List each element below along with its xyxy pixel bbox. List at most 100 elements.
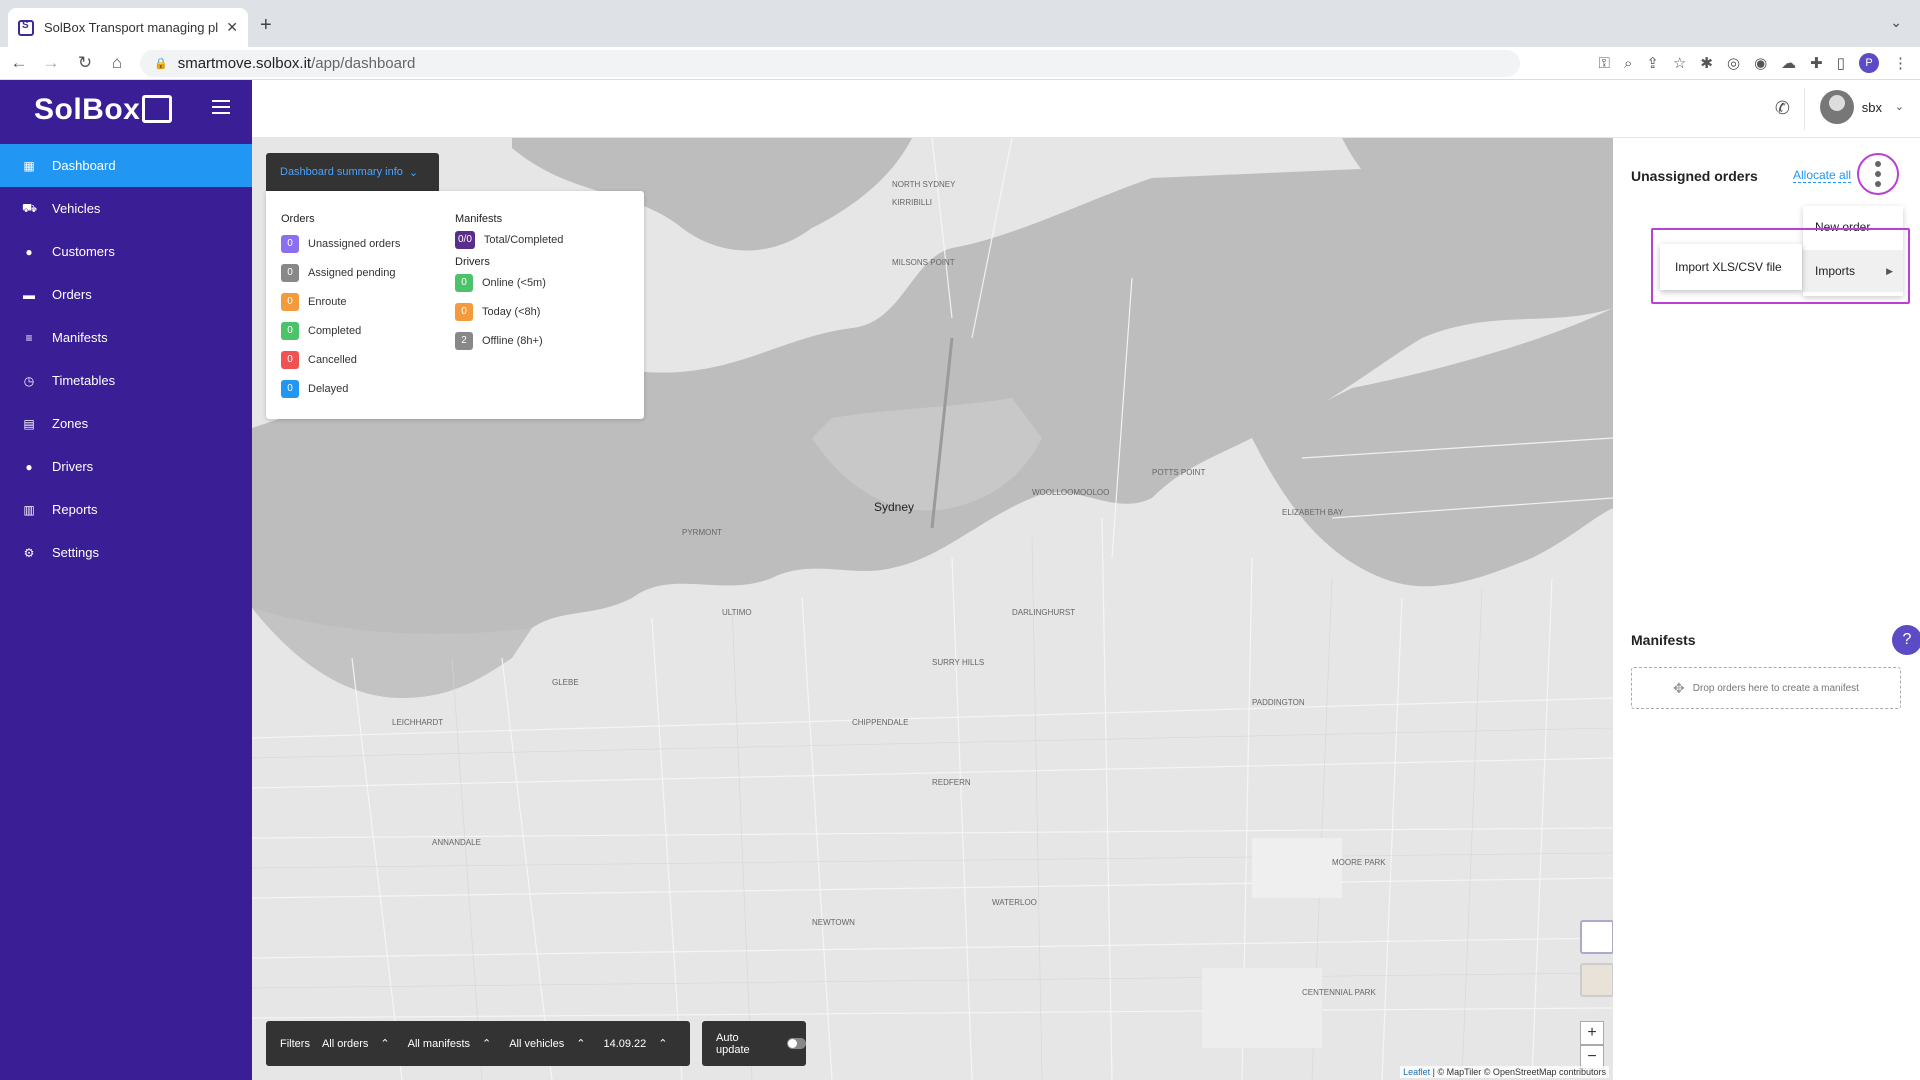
share-icon[interactable]: ⇪ [1646, 54, 1659, 72]
sidebar: SolBox ▦ Dashboard ⛟ Vehicles ● Customers ▬ Ord… [0, 80, 252, 1080]
user-avatar[interactable] [1820, 90, 1854, 124]
browser-tab[interactable]: SolBox Transport managing pla ✕ [8, 8, 248, 47]
auto-update-label: Auto update [716, 1031, 750, 1056]
sidebar-item-reports[interactable]: ▥ Reports [0, 488, 252, 531]
map[interactable]: Sydney North Sydney Milsons Point Kirribil… [252, 138, 1613, 1080]
sidebar-item-vehicles[interactable]: ⛟ Vehicles [0, 187, 252, 230]
back-icon[interactable]: ← [8, 53, 30, 73]
person-icon: ● [25, 244, 33, 259]
stat-label: Unassigned orders [308, 237, 401, 250]
sidebar-item-manifests[interactable]: ≡ Manifests [0, 316, 252, 359]
right-panel: Unassigned orders Allocate all New order… [1613, 138, 1920, 1080]
forward-icon[interactable]: → [40, 53, 62, 73]
map-place-label: Ultimo [722, 608, 752, 617]
manifests-count-badge: 0/0 [455, 230, 475, 249]
reload-icon[interactable]: ↻ [74, 53, 96, 73]
map-place-label: Leichhardt [392, 718, 444, 727]
stat-row: 0 Today (<8h) [455, 297, 563, 326]
map-place-label: Surry Hills [932, 658, 985, 667]
bookmark-star-icon[interactable]: ☆ [1673, 54, 1686, 72]
orders-summary: Orders 0 Unassigned orders 0 Assigned pendi… [281, 213, 400, 403]
auto-update-toggle[interactable] [786, 1038, 806, 1049]
new-tab-icon[interactable]: + [260, 14, 272, 37]
solbox-logo[interactable]: SolBox [34, 93, 173, 127]
sidebar-item-orders[interactable]: ▬ Orders [0, 273, 252, 316]
stat-label: Cancelled [308, 353, 357, 366]
folder-icon: ▬ [23, 287, 35, 302]
manifests-filter[interactable]: All manifests [408, 1038, 470, 1050]
zoom-in-button[interactable]: + [1580, 1021, 1604, 1045]
chevron-down-icon[interactable]: ⌄ [1895, 100, 1904, 113]
orders-filter[interactable]: All orders [322, 1038, 368, 1050]
chevron-up-icon[interactable]: ⌃ [482, 1037, 491, 1050]
app-header: ✆ sbx ⌄ [252, 80, 1920, 138]
filters-bar: Filters All orders ⌃ All manifests ⌃ All… [266, 1021, 690, 1066]
sidebar-item-drivers[interactable]: ● Drivers [0, 445, 252, 488]
puzzle-icon[interactable]: ✚ [1810, 54, 1823, 72]
side-panel-icon[interactable]: ▯ [1837, 54, 1845, 72]
stat-row: 0 Online (<5m) [455, 268, 563, 297]
browser-menu-icon[interactable]: ⋮ [1893, 54, 1908, 72]
extension-icon[interactable]: ◉ [1754, 54, 1767, 72]
chevron-up-icon[interactable]: ⌃ [380, 1037, 389, 1050]
dashboard-summary-panel: Orders 0 Unassigned orders 0 Assigned pendi… [266, 191, 644, 419]
map-place-label: Woolloomooloo [1032, 488, 1110, 497]
hamburger-menu-icon[interactable] [212, 100, 230, 118]
count-badge: 0 [455, 273, 473, 292]
stat-label: Today (<8h) [482, 305, 541, 318]
chevron-up-icon[interactable]: ⌃ [576, 1037, 585, 1050]
address-bar[interactable]: 🔒 smartmove.solbox.it/app/dashboard [140, 50, 1520, 77]
chevron-up-icon[interactable]: ⌃ [658, 1037, 667, 1050]
browser-toolbar: ← → ↻ ⌂ 🔒 smartmove.solbox.it/app/dashbo… [0, 47, 1920, 80]
date-filter[interactable]: 14.09.22 [603, 1038, 646, 1050]
home-icon[interactable]: ⌂ [106, 53, 128, 73]
manifest-drop-zone[interactable]: ✥ Drop orders here to create a manifest [1631, 667, 1901, 709]
sidebar-item-settings[interactable]: ⚙ Settings [0, 531, 252, 574]
map-place-label: Moore Park [1332, 858, 1386, 867]
sidebar-item-label: Vehicles [52, 201, 101, 216]
user-name[interactable]: sbx [1862, 100, 1882, 115]
count-badge: 0 [281, 321, 299, 340]
filters-label: Filters [280, 1037, 310, 1050]
map-layer-satellite-button[interactable] [1580, 963, 1613, 997]
stat-row: 2 Offline (8h+) [455, 326, 563, 355]
sidebar-item-timetables[interactable]: ◷ Timetables [0, 359, 252, 402]
lock-icon[interactable]: 🔒 [154, 57, 168, 70]
zoom-icon[interactable]: ⌕ [1624, 55, 1632, 72]
move-icon: ✥ [1673, 679, 1685, 696]
dashboard-summary-toggle[interactable]: Dashboard summary info ⌄ [266, 153, 439, 191]
truck-icon: ⛟ [22, 200, 38, 215]
leaflet-link[interactable]: Leaflet [1403, 1067, 1430, 1077]
sidebar-item-dashboard[interactable]: ▦ Dashboard [0, 144, 252, 187]
map-place-label: North Sydney [892, 180, 956, 189]
key-icon[interactable]: ⚿ [1599, 55, 1610, 72]
stat-row: 0 Completed [281, 316, 400, 345]
vehicles-filter[interactable]: All vehicles [509, 1038, 564, 1050]
phone-icon[interactable]: ✆ [1775, 98, 1790, 119]
count-badge: 0 [281, 292, 299, 311]
count-badge: 0 [455, 302, 473, 321]
extension-icon[interactable]: ◎ [1727, 54, 1740, 72]
orders-stats: 0 Unassigned orders 0 Assigned pending 0 Enro… [281, 229, 400, 403]
allocate-all-link[interactable]: Allocate all [1793, 168, 1852, 183]
manifests-title: Manifests [1631, 632, 1696, 648]
sidebar-item-customers[interactable]: ● Customers [0, 230, 252, 273]
manifests-summary: Manifests 0/0 Total/Completed Drivers 0O… [455, 213, 563, 355]
close-tab-icon[interactable]: ✕ [226, 19, 238, 36]
map-place-label: Annandale [432, 838, 481, 847]
highlight-annotation [1651, 228, 1910, 304]
profile-avatar[interactable]: P [1859, 53, 1879, 73]
orders-heading: Orders [281, 213, 315, 225]
tab-search-chevron-icon[interactable]: ⌄ [1890, 14, 1902, 31]
more-options-button[interactable] [1857, 153, 1899, 195]
help-icon[interactable]: ? [1892, 625, 1920, 655]
map-place-label: Chippendale [852, 718, 909, 727]
extension-icon[interactable]: ☁ [1781, 54, 1796, 72]
extension-icon[interactable]: ✱ [1700, 54, 1713, 72]
map-place-label: Centennial Park [1302, 988, 1376, 997]
url-host: smartmove.solbox.it [177, 55, 312, 72]
summary-toggle-label: Dashboard summary info [280, 166, 403, 178]
sidebar-item-zones[interactable]: ▤ Zones [0, 402, 252, 445]
map-place-label: Milsons Point [892, 258, 955, 267]
map-layer-default-button[interactable] [1580, 920, 1613, 954]
